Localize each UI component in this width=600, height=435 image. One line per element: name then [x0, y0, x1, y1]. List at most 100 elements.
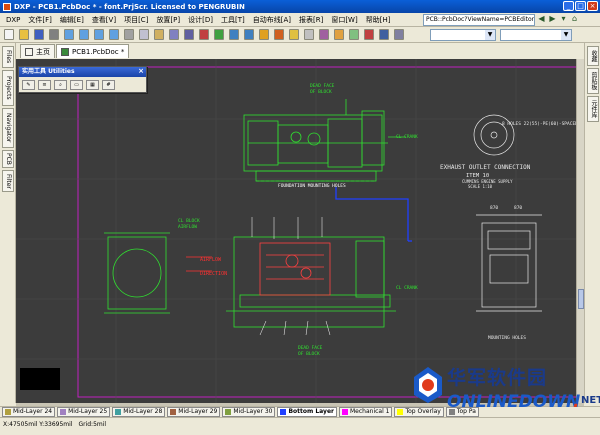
layer-tab-label: Mid-Layer 29	[178, 408, 218, 415]
side-view-drawing	[476, 214, 542, 312]
menu-item-10[interactable]: 窗口[W]	[327, 14, 361, 26]
layer-tab-label: Bottom Layer	[288, 408, 334, 415]
layer-tab-6[interactable]: Mechanical 1	[339, 407, 393, 417]
undo-icon[interactable]	[229, 29, 239, 40]
view-combo[interactable]: ▼	[500, 29, 572, 41]
string-icon[interactable]	[319, 29, 329, 40]
fill-icon[interactable]	[364, 29, 374, 40]
paste-icon[interactable]	[154, 29, 164, 40]
tab-navigator[interactable]: Navigator	[2, 108, 14, 148]
menu-item-4[interactable]: 项目[C]	[120, 14, 152, 26]
tab-files[interactable]: Files	[2, 46, 14, 68]
label-dim-left: 870	[490, 205, 498, 211]
label-dead-face-bottom: DEAD FACE	[298, 345, 323, 351]
tab-projects[interactable]: Projects	[2, 70, 14, 106]
room-tool-icon[interactable]: ▦	[86, 80, 99, 90]
document-tab-bar: 主页 PCB1.PcbDoc *	[16, 43, 584, 59]
tab-clipboard[interactable]: 剪贴板	[587, 68, 599, 94]
zoom-out-icon[interactable]	[79, 29, 89, 40]
menu-item-7[interactable]: 工具[T]	[217, 14, 249, 26]
cut-icon[interactable]	[124, 29, 134, 40]
radiator-drawing	[104, 232, 170, 314]
save-icon[interactable]	[34, 29, 44, 40]
component-icon[interactable]	[334, 29, 344, 40]
close-icon[interactable]: ×	[138, 67, 144, 76]
move-icon[interactable]	[184, 29, 194, 40]
svg-text:AIRFLOW: AIRFLOW	[178, 224, 197, 230]
new-file-icon[interactable]	[4, 29, 14, 40]
deselect-icon[interactable]	[199, 29, 209, 40]
menu-item-5[interactable]: 放置[P]	[152, 14, 184, 26]
layer-color-swatch	[225, 409, 232, 415]
grid-tool-icon[interactable]: #	[102, 80, 115, 90]
redo-icon[interactable]	[244, 29, 254, 40]
via-icon[interactable]	[304, 29, 314, 40]
region-icon[interactable]	[379, 29, 389, 40]
menu-item-1[interactable]: 文件[F]	[24, 14, 56, 26]
bottom-layer-track	[335, 187, 409, 241]
document-path-field[interactable]: PCB::PcbDoc?ViewName=PCBEditor	[423, 14, 535, 26]
tab-pcb[interactable]: PCB	[2, 150, 14, 168]
menu-item-3[interactable]: 查看[V]	[88, 14, 120, 26]
engine-block-red	[259, 242, 331, 296]
close-button[interactable]: ×	[587, 1, 598, 11]
cross-probe-icon[interactable]	[214, 29, 224, 40]
arc-icon[interactable]	[274, 29, 284, 40]
window-controls: _ □ ×	[563, 1, 598, 11]
dimension-icon[interactable]	[394, 29, 404, 40]
tab-favorites[interactable]: 收藏	[587, 46, 599, 66]
back-icon[interactable]: ◀	[537, 14, 546, 25]
layer-tab-0[interactable]: Mid-Layer 24	[2, 407, 56, 417]
dropdown-icon[interactable]: ▾	[559, 14, 568, 25]
menu-item-2[interactable]: 编辑[E]	[56, 14, 88, 26]
zoom-in-icon[interactable]	[64, 29, 74, 40]
layer-tab-3[interactable]: Mid-Layer 29	[167, 407, 221, 417]
route-icon[interactable]	[259, 29, 269, 40]
label-cl-crank-2: CL CRANK	[396, 285, 418, 291]
menu-item-11[interactable]: 帮助[H]	[362, 14, 395, 26]
print-icon[interactable]	[49, 29, 59, 40]
minimize-button[interactable]: _	[563, 1, 574, 11]
pcb-canvas[interactable]: DEAD FACE OF BLOCK CL CRANK FOUNDATION M…	[16, 59, 584, 403]
pcb-drawing: DEAD FACE OF BLOCK CL CRANK FOUNDATION M…	[16, 59, 584, 403]
open-folder-icon[interactable]	[19, 29, 29, 40]
copy-icon[interactable]	[139, 29, 149, 40]
layer-tab-4[interactable]: Mid-Layer 30	[222, 407, 276, 417]
layer-tab-5[interactable]: Bottom Layer	[277, 407, 337, 417]
draw-tool-icon[interactable]: ✎	[22, 80, 35, 90]
vertical-scrollbar[interactable]	[576, 59, 584, 403]
menu-item-0[interactable]: DXP	[2, 14, 24, 26]
maximize-button[interactable]: □	[575, 1, 586, 11]
watermark-cn: 华军软件园	[447, 367, 548, 389]
layer-tab-1[interactable]: Mid-Layer 25	[57, 407, 111, 417]
align-tool-icon[interactable]: ≡	[38, 80, 51, 90]
tab-libraries[interactable]: 元件库	[587, 96, 599, 122]
pcb-doc-icon	[61, 47, 69, 56]
layer-color-swatch	[60, 409, 67, 415]
tab-home[interactable]: 主页	[20, 44, 55, 58]
layer-tab-label: Mid-Layer 24	[13, 408, 53, 415]
forward-icon[interactable]: ▶	[548, 14, 557, 25]
select-icon[interactable]	[169, 29, 179, 40]
tab-filter[interactable]: Filter	[2, 170, 14, 192]
menu-item-9[interactable]: 报表[R]	[295, 14, 327, 26]
place-tool-icon[interactable]: ▭	[70, 80, 83, 90]
window-title-bar: DXP - PCB1.PcbDoc * - font.PrjScr. Licen…	[0, 0, 600, 13]
tab-pcb1[interactable]: PCB1.PcbDoc *	[56, 44, 130, 58]
status-bar: X:47505mil Y:33695mil Grid:5mil	[0, 417, 600, 435]
home-icon[interactable]: ⌂	[570, 14, 579, 25]
watermark-dot: .	[573, 392, 580, 412]
menu-item-8[interactable]: 自动布线[A]	[249, 14, 295, 26]
pad-icon[interactable]	[289, 29, 299, 40]
menu-item-6[interactable]: 设计[D]	[184, 14, 217, 26]
layer-tab-2[interactable]: Mid-Layer 28	[112, 407, 166, 417]
polygon-icon[interactable]	[349, 29, 359, 40]
zoom-area-icon[interactable]	[109, 29, 119, 40]
left-panel-tabs: Files Projects Navigator PCB Filter	[0, 43, 16, 403]
zoom-fit-icon[interactable]	[94, 29, 104, 40]
scroll-thumb[interactable]	[578, 289, 584, 309]
find-tool-icon[interactable]: ⌕	[54, 80, 67, 90]
watermark-suffix: NET	[581, 395, 600, 406]
status-grid: Grid:5mil	[78, 421, 107, 428]
layer-combo[interactable]: ▼	[430, 29, 496, 41]
